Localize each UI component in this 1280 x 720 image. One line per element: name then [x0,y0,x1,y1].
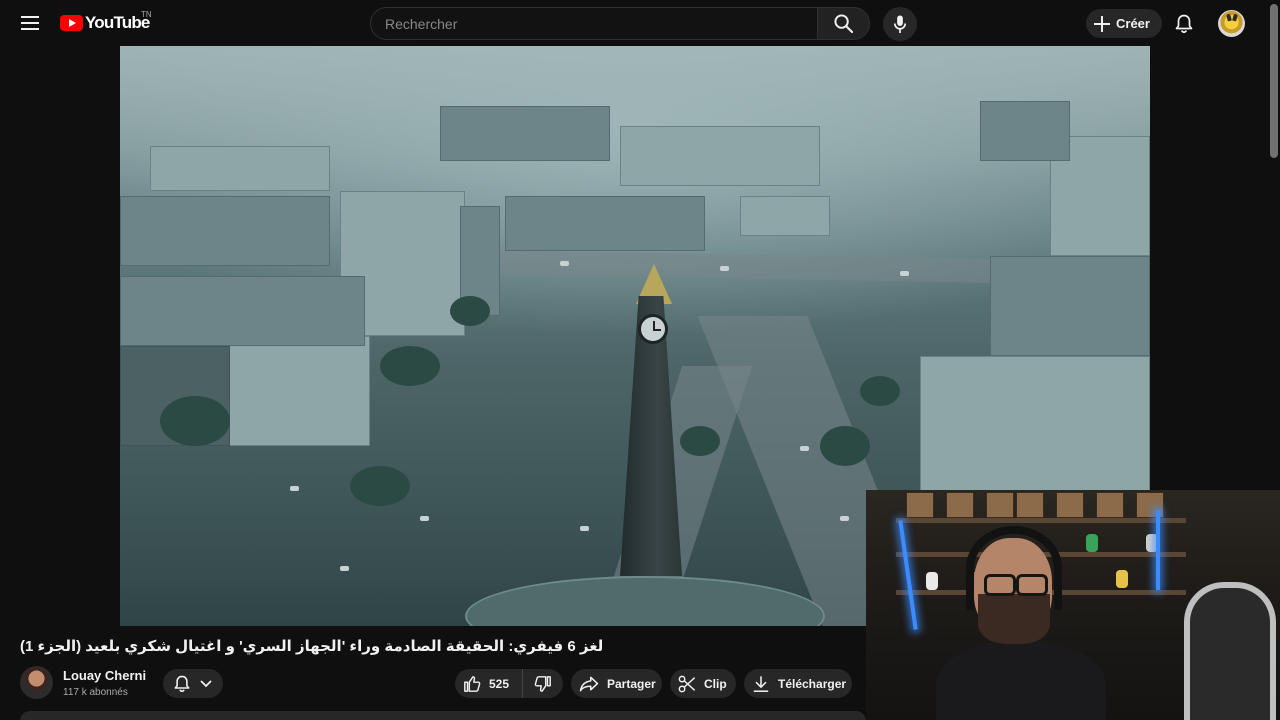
building [120,276,365,346]
chevron-down-icon [200,679,212,687]
webcam-overlay [866,490,1280,720]
top-bar: YouTube TN Créer [0,0,1280,46]
book [946,492,974,518]
car [340,566,349,571]
notifications-button[interactable] [1168,8,1200,40]
shelf [896,518,1186,523]
channel-name[interactable]: Louay Cherni [63,668,146,683]
thumbs-down-icon [534,675,551,692]
car [900,271,909,276]
search-box [370,7,818,40]
figurine [926,572,938,590]
subscriber-count: 117 k abonnés [63,687,128,698]
building [220,336,370,446]
clip-button[interactable]: Clip [670,669,736,698]
tree [160,396,230,446]
create-button[interactable]: Créer [1086,9,1162,38]
menu-button[interactable] [14,7,46,39]
figurine [1086,534,1098,552]
youtube-logo[interactable]: YouTube [60,12,150,34]
car [580,526,589,531]
book [1016,492,1044,518]
book [1056,492,1084,518]
headset [966,526,1062,610]
search-icon [834,14,853,33]
download-button[interactable]: Télécharger [744,669,852,698]
building [120,196,330,266]
book [986,492,1014,518]
building [440,106,610,161]
building [980,101,1070,161]
share-label: Partager [607,676,656,691]
car [290,486,299,491]
search-input[interactable] [385,8,805,39]
tree [450,296,490,326]
car [800,446,809,451]
bell-icon [1175,14,1193,33]
clock-face [638,314,668,344]
search-button[interactable] [817,7,870,40]
neon-light [1156,510,1160,590]
microphone-icon [893,14,907,33]
scissors-icon [678,675,696,692]
share-button[interactable]: Partager [571,669,662,698]
building [150,146,330,191]
person-body [936,640,1106,720]
create-label: Créer [1116,16,1150,31]
tree [380,346,440,386]
download-label: Télécharger [778,676,847,691]
like-button[interactable]: 525 [455,669,523,698]
tree [860,376,900,406]
like-dislike-group: 525 [455,669,563,698]
plus-icon [1094,15,1110,32]
car [840,516,849,521]
building [990,256,1150,356]
share-arrow-icon [579,676,599,691]
logo-text: YouTube [85,13,150,32]
region-code: TN [141,10,152,19]
building [505,196,705,251]
page-scrollbar[interactable] [1270,4,1278,158]
channel-avatar[interactable] [20,666,53,699]
dislike-button[interactable] [523,669,563,698]
book [906,492,934,518]
video-title: لغز 6 فيفري: الحقيقة الصادمة وراء 'الجها… [20,638,604,655]
building [740,196,830,236]
gaming-chair [1184,582,1276,720]
car [560,261,569,266]
fountain [465,576,825,626]
hamburger-menu-icon [21,16,39,30]
tree [680,426,720,456]
thumbs-up-icon [464,675,481,692]
description-box[interactable] [20,711,866,720]
figurine [1116,570,1128,588]
voice-search-button[interactable] [883,7,917,41]
subscribed-notifications-button[interactable] [163,669,223,698]
building [620,126,820,186]
download-icon [753,675,769,692]
car [420,516,429,521]
youtube-play-icon [60,15,83,31]
book [1096,492,1124,518]
car [720,266,729,271]
clip-label: Clip [704,676,727,691]
bell-icon [174,675,190,692]
building [920,356,1150,496]
neon-light [898,520,918,630]
tree [820,426,870,466]
like-count: 525 [489,676,510,691]
account-avatar[interactable] [1218,10,1245,37]
tree [350,466,410,506]
